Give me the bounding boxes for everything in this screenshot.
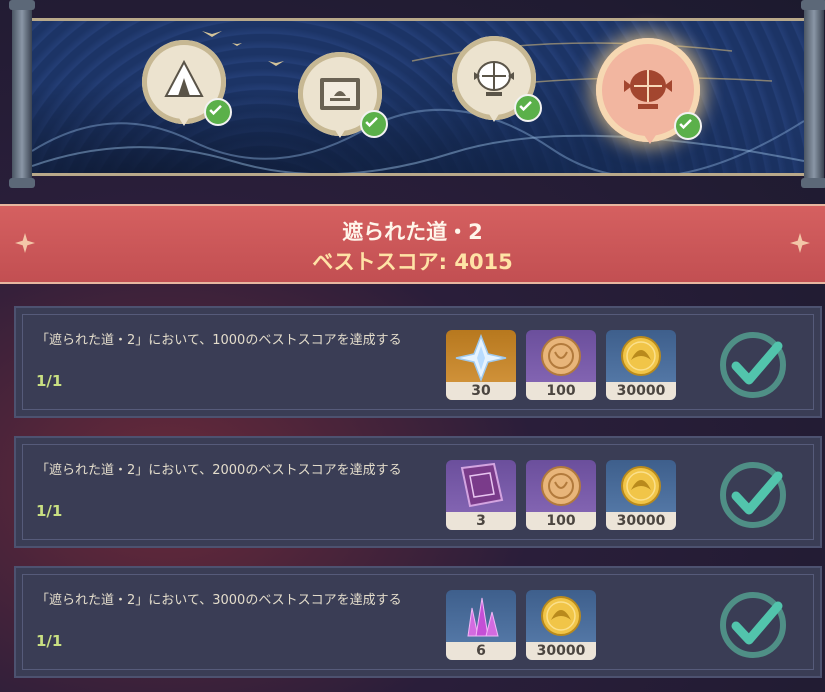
- reward-item[interactable]: 30000: [606, 460, 676, 530]
- task-description: 「遮られた道・2」において、3000のベストスコアを達成する: [36, 593, 402, 608]
- task-description: 「遮られた道・2」において、2000のベストスコアを達成する: [36, 463, 402, 478]
- mora-icon: [621, 336, 661, 376]
- task-progress: 1/1: [36, 632, 63, 650]
- reward-item[interactable]: 3: [446, 460, 516, 530]
- festival-coin-icon: [541, 336, 581, 376]
- reward-count: 3: [446, 512, 516, 530]
- best-score: ベストスコア: 4015: [312, 250, 513, 274]
- reward-count: 30000: [606, 512, 676, 530]
- reward-item[interactable]: 100: [526, 330, 596, 400]
- reward-item[interactable]: 30000: [526, 590, 596, 660]
- completed-check-icon: [674, 112, 702, 140]
- scroll-rod-right: [801, 0, 825, 188]
- stage-scroll: [9, 0, 825, 188]
- level-title: 遮られた道・2: [342, 220, 483, 244]
- completed-check-icon: [204, 98, 232, 126]
- reward-count: 30000: [606, 382, 676, 400]
- task-row: 「遮られた道・2」において、1000のベストスコアを達成する 1/1 30 10…: [14, 306, 822, 418]
- reward-count: 6: [446, 642, 516, 660]
- level-title-banner: 遮られた道・2 ベストスコア: 4015: [0, 204, 825, 284]
- crystal-icon: [467, 597, 499, 637]
- reward-item[interactable]: 30: [446, 330, 516, 400]
- task-progress: 1/1: [36, 502, 63, 520]
- reward-count: 100: [526, 512, 596, 530]
- reward-count: 100: [526, 382, 596, 400]
- reward-item[interactable]: 30000: [606, 330, 676, 400]
- task-progress: 1/1: [36, 372, 63, 390]
- book-icon: [460, 462, 504, 508]
- festival-coin-icon: [541, 466, 581, 506]
- task-description: 「遮られた道・2」において、1000のベストスコアを達成する: [36, 333, 402, 348]
- reward-count: 30000: [526, 642, 596, 660]
- primogem-icon: [455, 333, 507, 382]
- reward-item[interactable]: 100: [526, 460, 596, 530]
- completed-check-icon: [720, 332, 786, 398]
- completed-check-icon: [360, 110, 388, 138]
- diamond-ornament-icon: [790, 233, 810, 253]
- mora-icon: [621, 466, 661, 506]
- completed-check-icon: [720, 462, 786, 528]
- scroll-rod-left: [9, 0, 35, 188]
- completed-check-icon: [514, 94, 542, 122]
- reward-count: 30: [446, 382, 516, 400]
- reward-item[interactable]: 6: [446, 590, 516, 660]
- task-row: 「遮られた道・2」において、3000のベストスコアを達成する 1/1 6 300…: [14, 566, 822, 678]
- task-row: 「遮られた道・2」において、2000のベストスコアを達成する 1/1 3 100…: [14, 436, 822, 548]
- completed-check-icon: [720, 592, 786, 658]
- mora-icon: [541, 596, 581, 636]
